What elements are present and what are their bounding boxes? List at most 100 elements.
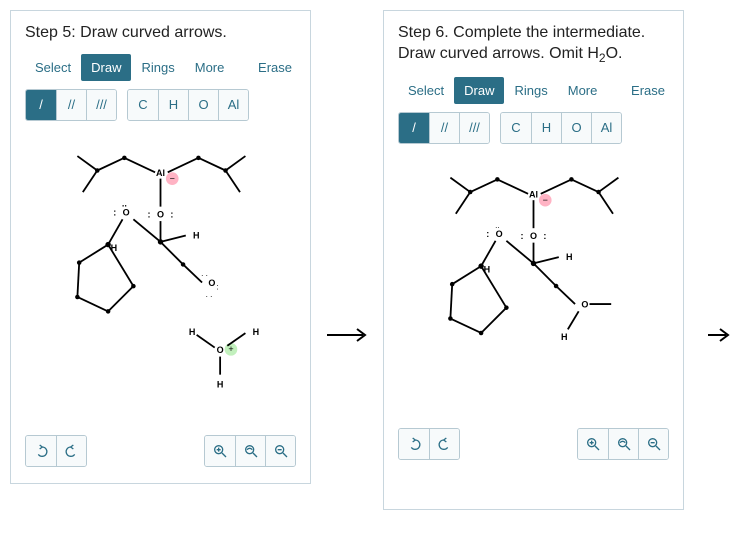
element-Al-button[interactable]: Al xyxy=(218,90,248,120)
element-buttons: C H O Al xyxy=(127,89,249,121)
triple-bond-button[interactable]: /// xyxy=(86,90,116,120)
zoom-reset-icon xyxy=(243,443,259,459)
redo-button[interactable] xyxy=(56,436,86,466)
bond-buttons: / // /// xyxy=(398,112,490,144)
triple-bond-button[interactable]: /// xyxy=(459,113,489,143)
redo-icon xyxy=(437,436,453,452)
tab-rings[interactable]: Rings xyxy=(504,77,557,104)
prompt-text: Step 5: Draw curved arrows. xyxy=(25,23,296,44)
element-O-button[interactable]: O xyxy=(188,90,218,120)
zoom-fit-button[interactable] xyxy=(235,436,265,466)
lone-pair: . . xyxy=(201,269,208,278)
zoom-in-icon xyxy=(212,443,228,459)
atom-H: H xyxy=(189,327,196,337)
element-Al-button[interactable]: Al xyxy=(591,113,621,143)
lone-pair: : xyxy=(543,231,546,241)
arrow-right-icon xyxy=(698,326,742,344)
single-bond-button[interactable]: / xyxy=(26,90,56,120)
prompt-text: Step 6. Complete the intermediate. Draw … xyxy=(398,23,669,67)
zoom-out-icon xyxy=(646,436,662,452)
reaction-arrow xyxy=(325,326,369,344)
atom-H: H xyxy=(193,230,200,240)
lone-pair: : xyxy=(521,231,524,241)
single-bond-button[interactable]: / xyxy=(399,113,429,143)
undo-icon xyxy=(406,436,422,452)
lone-pair: .. xyxy=(122,198,127,208)
tab-select[interactable]: Select xyxy=(25,54,81,81)
zoom-in-icon xyxy=(585,436,601,452)
atom-H: H xyxy=(566,251,573,261)
element-buttons: C H O Al xyxy=(500,112,622,144)
atom-H: H xyxy=(217,379,224,389)
drawing-canvas[interactable]: Al − O : : H O : .. H O xyxy=(398,156,669,416)
tab-draw[interactable]: Draw xyxy=(81,54,131,81)
atom-O-alkoxide: O xyxy=(530,231,537,241)
atom-O-ether: O xyxy=(496,229,503,239)
tab-more[interactable]: More xyxy=(558,77,608,104)
tool-toolbar: / // /// C H O Al xyxy=(398,112,669,144)
atom-H: H xyxy=(253,327,260,337)
top-toolbar: Select Draw Rings More Erase xyxy=(398,77,669,104)
undo-icon xyxy=(33,443,49,459)
lone-pair: : xyxy=(170,209,173,219)
mode-tabs: Select Draw Rings More xyxy=(25,54,234,81)
undo-button[interactable] xyxy=(399,429,429,459)
zoom-buttons xyxy=(577,428,669,460)
erase-button[interactable]: Erase xyxy=(627,77,669,104)
element-H-button[interactable]: H xyxy=(158,90,188,120)
zoom-reset-icon xyxy=(616,436,632,452)
erase-button[interactable]: Erase xyxy=(254,54,296,81)
bond-buttons: / // /// xyxy=(25,89,117,121)
undo-button[interactable] xyxy=(26,436,56,466)
zoom-in-button[interactable] xyxy=(205,436,235,466)
lone-pair: : xyxy=(113,207,116,217)
editor-panel-step5: Step 5: Draw curved arrows. Select Draw … xyxy=(10,10,311,484)
zoom-out-icon xyxy=(273,443,289,459)
redo-icon xyxy=(64,443,80,459)
element-C-button[interactable]: C xyxy=(501,113,531,143)
atom-O-lower: O xyxy=(208,278,215,288)
tab-more[interactable]: More xyxy=(185,54,235,81)
editor-panel-step6: Step 6. Complete the intermediate. Draw … xyxy=(383,10,684,510)
mode-tabs: Select Draw Rings More xyxy=(398,77,607,104)
element-O-button[interactable]: O xyxy=(561,113,591,143)
history-buttons xyxy=(398,428,460,460)
molecule-svg: Al − O : : H O : .. H O xyxy=(398,156,669,416)
atom-O-hydronium: O xyxy=(217,345,224,355)
tool-toolbar: / // /// C H O Al xyxy=(25,89,296,121)
atom-H: H xyxy=(561,332,568,342)
zoom-in-button[interactable] xyxy=(578,429,608,459)
lone-pair: : xyxy=(486,229,489,239)
history-buttons xyxy=(25,435,87,467)
bottom-toolbar xyxy=(398,428,669,460)
neg-charge-label: − xyxy=(543,194,548,204)
atom-Al: Al xyxy=(156,168,165,178)
atom-O-ether: O xyxy=(123,207,130,217)
tab-draw[interactable]: Draw xyxy=(454,77,504,104)
element-C-button[interactable]: C xyxy=(128,90,158,120)
molecule-svg: Al − O : : H xyxy=(25,133,296,423)
redo-button[interactable] xyxy=(429,429,459,459)
zoom-out-button[interactable] xyxy=(265,436,295,466)
lone-pair: : xyxy=(148,209,151,219)
zoom-buttons xyxy=(204,435,296,467)
drawing-canvas[interactable]: Al − O : : H xyxy=(25,133,296,423)
bottom-toolbar xyxy=(25,435,296,467)
neg-charge-label: − xyxy=(170,173,175,183)
zoom-fit-button[interactable] xyxy=(608,429,638,459)
zoom-out-button[interactable] xyxy=(638,429,668,459)
element-H-button[interactable]: H xyxy=(531,113,561,143)
arrow-right-icon xyxy=(325,326,369,344)
lone-pair: .. xyxy=(495,221,500,230)
atom-Al: Al xyxy=(529,189,538,199)
atom-O-alkoxide: O xyxy=(157,209,164,219)
double-bond-button[interactable]: // xyxy=(56,90,86,120)
lone-pair: : xyxy=(217,283,219,292)
atom-O-lower: O xyxy=(581,299,588,309)
lone-pair: . . xyxy=(206,290,213,299)
double-bond-button[interactable]: // xyxy=(429,113,459,143)
tab-rings[interactable]: Rings xyxy=(131,54,184,81)
reaction-arrow-trailing xyxy=(698,326,742,344)
top-toolbar: Select Draw Rings More Erase xyxy=(25,54,296,81)
tab-select[interactable]: Select xyxy=(398,77,454,104)
